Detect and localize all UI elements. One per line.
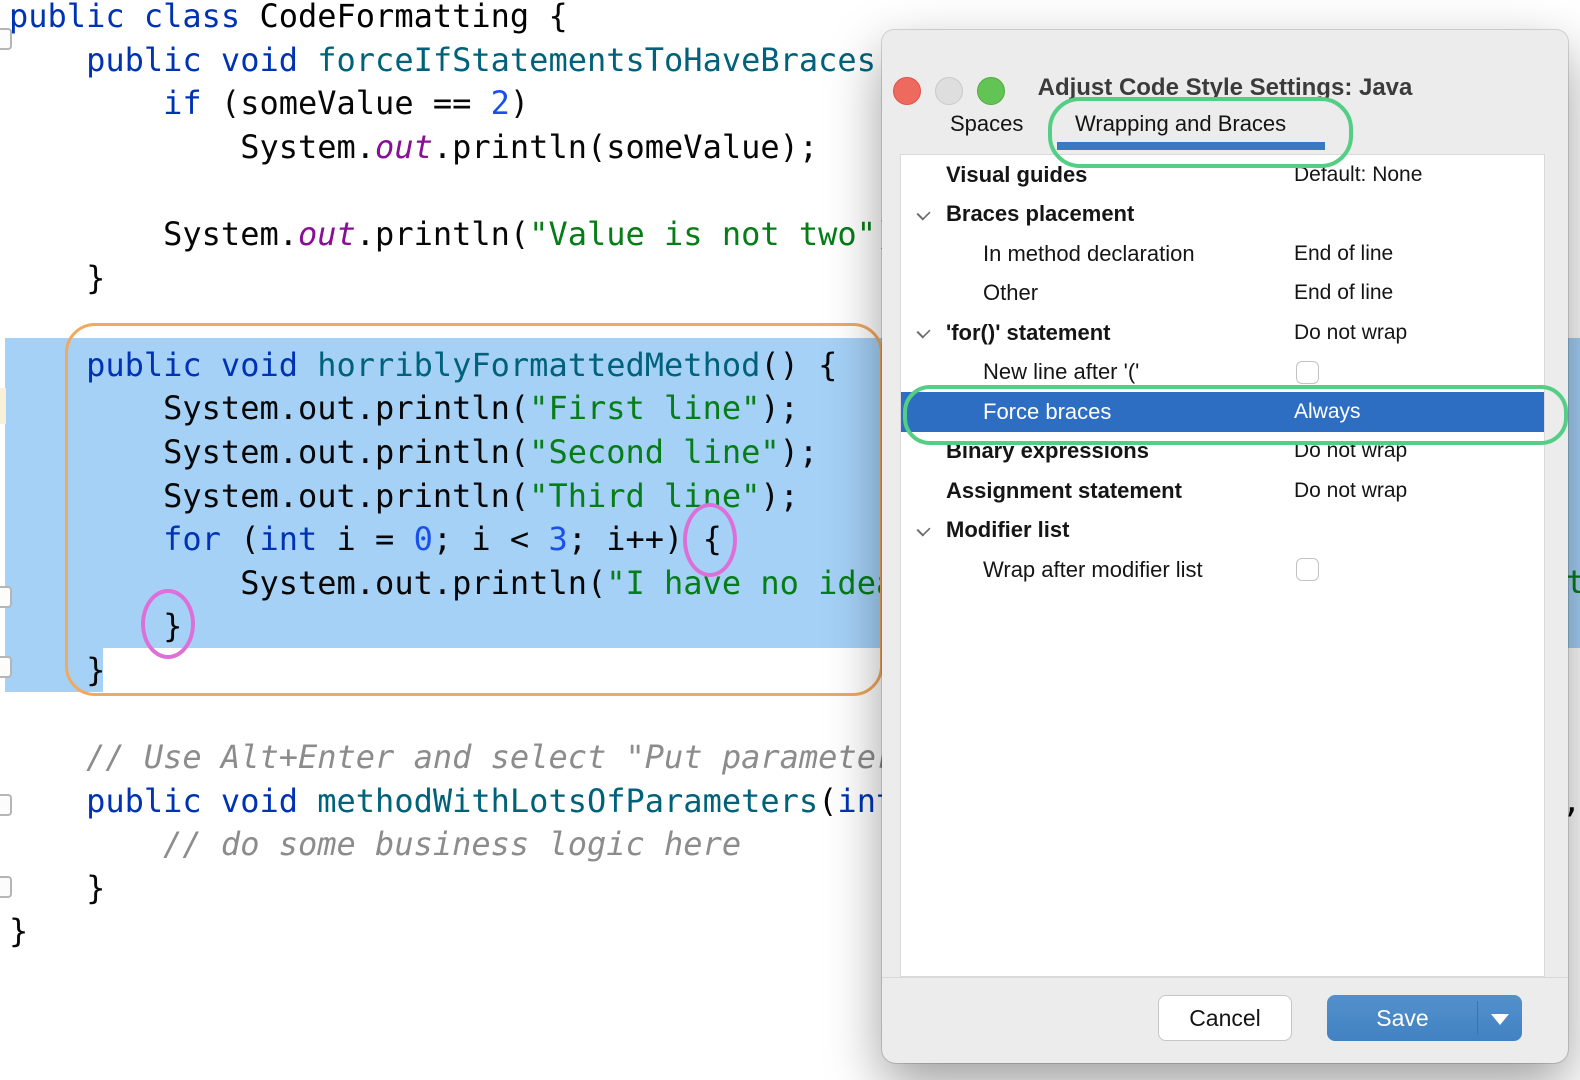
save-split-divider — [1477, 1001, 1478, 1035]
magenta-circle-close-brace — [141, 589, 195, 659]
save-button-label: Save — [1376, 1005, 1428, 1032]
code-token: ( — [818, 782, 837, 820]
code-line[interactable]: if (someValue == 2) — [9, 82, 895, 126]
code-token: public void — [86, 41, 317, 79]
settings-row-in-method-declaration[interactable]: In method declaration End of line — [901, 234, 1544, 274]
code-line[interactable] — [9, 169, 895, 213]
chevron-down-icon[interactable] — [918, 208, 929, 219]
code-line[interactable] — [9, 693, 895, 737]
code-token: } — [9, 869, 105, 907]
code-line[interactable]: } — [9, 867, 895, 911]
code-token: ) — [510, 84, 529, 122]
code-token: } — [9, 259, 105, 297]
code-token — [9, 825, 163, 863]
code-token: // Use Alt+Enter and select "Put paramet… — [86, 738, 895, 776]
code-edge-fragment: t — [1566, 561, 1580, 605]
code-token — [9, 782, 86, 820]
code-line[interactable]: // Use Alt+Enter and select "Put paramet… — [9, 736, 895, 780]
save-button[interactable]: Save — [1327, 995, 1522, 1041]
setting-value[interactable]: End of line — [1294, 281, 1393, 305]
green-annotation-tab — [1048, 97, 1353, 168]
code-token: out — [375, 128, 433, 166]
green-annotation-force-braces — [903, 385, 1568, 445]
code-line[interactable]: public void methodWithLotsOfParameters(i… — [9, 780, 895, 824]
code-token: (someValue == — [221, 84, 491, 122]
chevron-down-icon[interactable] — [1491, 1014, 1509, 1025]
settings-row-wrap-after-modifier-list[interactable]: Wrap after modifier list — [901, 550, 1544, 590]
setting-label: New line after '(' — [983, 359, 1139, 385]
code-token: public class — [9, 0, 259, 35]
chevron-down-icon[interactable] — [918, 524, 929, 535]
tab-spaces[interactable]: Spaces — [950, 111, 1023, 137]
setting-label: In method declaration — [983, 241, 1195, 267]
code-line[interactable]: } — [9, 257, 895, 301]
setting-label: Visual guides — [946, 162, 1087, 188]
chevron-down-icon[interactable] — [918, 326, 929, 337]
code-line[interactable]: System.out.println(someValue); — [9, 126, 895, 170]
code-token: out — [298, 215, 356, 253]
code-token: methodWithLotsOfParameters — [317, 782, 818, 820]
adjust-code-style-dialog: Adjust Code Style Settings: Java Spaces … — [882, 30, 1568, 1063]
code-token: System. — [9, 128, 375, 166]
settings-row-modifier-list[interactable]: Modifier list — [901, 511, 1544, 551]
settings-row-assignment-statement[interactable]: Assignment statement Do not wrap — [901, 471, 1544, 511]
magenta-circle-open-brace — [683, 503, 737, 577]
code-token: if — [163, 84, 221, 122]
cancel-button[interactable]: Cancel — [1158, 995, 1292, 1041]
code-token: public void — [86, 782, 317, 820]
gutter-annotation-strip — [0, 388, 6, 424]
code-line[interactable]: public void forceIfStatementsToHaveBrace… — [9, 39, 895, 83]
setting-label: Braces placement — [946, 201, 1134, 227]
settings-row-for-statement[interactable]: 'for()' statement Do not wrap — [901, 313, 1544, 353]
code-token: .println(someValue); — [433, 128, 818, 166]
code-token: .println( — [356, 215, 529, 253]
code-line[interactable]: System.out.println("Value is not two") — [9, 213, 895, 257]
footer-divider — [882, 977, 1568, 978]
code-token: } — [9, 912, 28, 950]
checkbox[interactable] — [1296, 361, 1319, 384]
code-token: "Value is not two" — [529, 215, 876, 253]
setting-label: Wrap after modifier list — [983, 557, 1203, 583]
code-line[interactable]: } — [9, 910, 895, 954]
code-token — [9, 41, 86, 79]
setting-value[interactable]: Do not wrap — [1294, 479, 1407, 503]
code-token: System. — [9, 215, 298, 253]
code-line[interactable]: // do some business logic here — [9, 823, 895, 867]
checkbox[interactable] — [1296, 558, 1319, 581]
code-token: CodeFormatting — [259, 0, 529, 35]
settings-panel: Visual guidesDefault: NoneBraces placeme… — [900, 154, 1545, 977]
code-token: // do some business logic here — [163, 825, 741, 863]
settings-row-other[interactable]: Other End of line — [901, 274, 1544, 314]
code-token — [9, 738, 86, 776]
setting-value[interactable]: End of line — [1294, 242, 1393, 266]
code-token: forceIfStatementsToHaveBraces — [317, 41, 876, 79]
code-token — [9, 84, 163, 122]
setting-label: Modifier list — [946, 517, 1069, 543]
settings-row-braces-placement[interactable]: Braces placement — [901, 195, 1544, 235]
setting-label: Assignment statement — [946, 478, 1182, 504]
code-line[interactable]: public class CodeFormatting { — [9, 0, 895, 39]
code-token: 2 — [491, 84, 510, 122]
setting-label: Other — [983, 280, 1038, 306]
setting-label: 'for()' statement — [946, 320, 1110, 346]
code-token: { — [529, 0, 568, 35]
setting-value[interactable]: Do not wrap — [1294, 321, 1407, 345]
